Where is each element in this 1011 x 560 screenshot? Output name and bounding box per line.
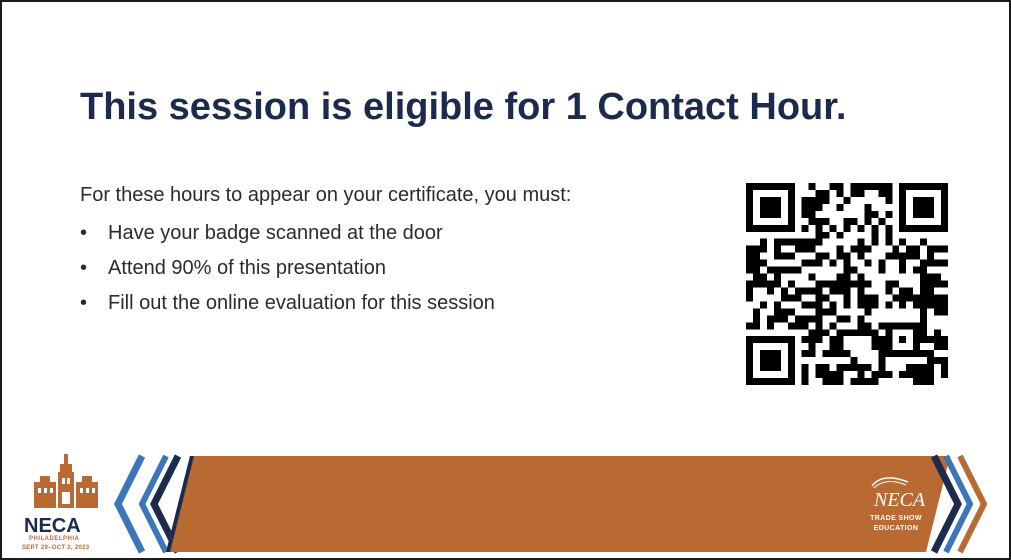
footer-banner	[114, 454, 988, 554]
list-item: • Have your badge scanned at the door	[80, 218, 495, 253]
slide-title: This session is eligible for 1 Contact H…	[80, 86, 847, 128]
education-label: EDUCATION	[873, 525, 919, 532]
event-dates: SEPT 29–OCT 2, 2023	[22, 545, 90, 551]
list-item: • Fill out the online evaluation for thi…	[80, 288, 495, 323]
bullet-marker: •	[80, 257, 88, 279]
bullet-marker: •	[80, 292, 88, 314]
neca-flag-icon	[871, 477, 909, 489]
trade-show-label: TRADE SHOW	[870, 515, 922, 522]
list-item: • Attend 90% of this presentation	[80, 253, 495, 288]
list-item-text: Attend 90% of this presentation	[108, 257, 386, 279]
philadelphia-skyline-icon	[34, 454, 98, 508]
list-item-text: Fill out the online evaluation for this …	[108, 292, 495, 314]
neca-logo-text: NECA	[874, 489, 926, 511]
neca-logo-left: NECA	[24, 515, 81, 537]
requirements-intro: For these hours to appear on your certif…	[80, 184, 572, 206]
requirements-list: • Have your badge scanned at the door • …	[80, 218, 495, 323]
bullet-marker: •	[80, 222, 88, 244]
qr-code-icon[interactable]	[746, 183, 948, 385]
city-label: PHILADELPHIA	[29, 536, 80, 542]
slide: This session is eligible for 1 Contact H…	[0, 0, 1011, 560]
list-item-text: Have your badge scanned at the door	[108, 222, 443, 244]
